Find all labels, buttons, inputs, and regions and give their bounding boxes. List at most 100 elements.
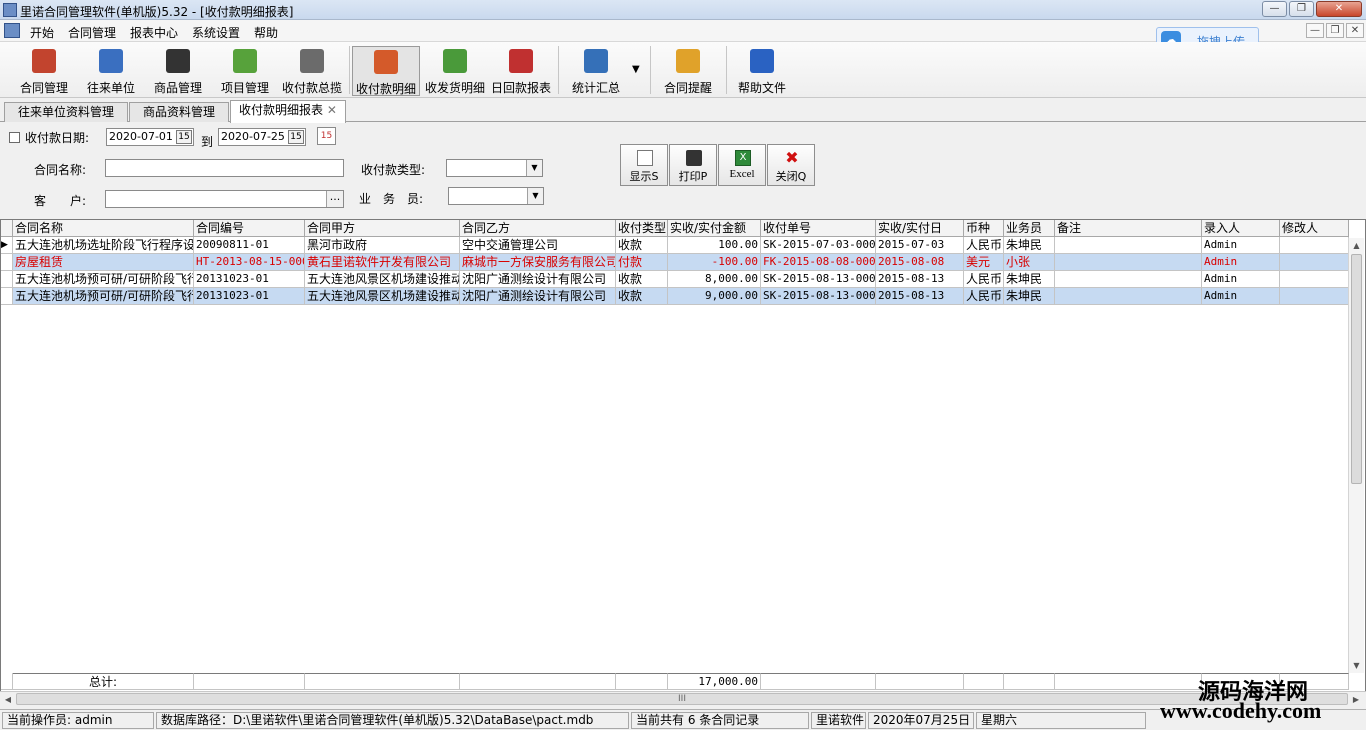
- column-header[interactable]: 备注: [1055, 220, 1202, 237]
- column-header[interactable]: 实收/实付金额: [668, 220, 761, 237]
- table-cell[interactable]: [1055, 288, 1202, 305]
- close-window-button[interactable]: ✕: [1316, 1, 1362, 17]
- vertical-scrollbar[interactable]: ▲ ▼: [1348, 238, 1364, 673]
- table-cell[interactable]: 人民币: [964, 288, 1004, 305]
- table-cell[interactable]: SK-2015-08-13-0002: [761, 288, 876, 305]
- table-cell[interactable]: 朱坤民: [1004, 237, 1055, 254]
- table-cell[interactable]: Admin: [1202, 254, 1280, 271]
- table-cell[interactable]: SK-2015-07-03-0001: [761, 237, 876, 254]
- column-header[interactable]: 收付类型: [616, 220, 668, 237]
- column-header[interactable]: 收付单号: [761, 220, 876, 237]
- table-cell[interactable]: 人民币: [964, 237, 1004, 254]
- tab-product-data[interactable]: 商品资料管理: [129, 102, 229, 122]
- tab-payment-detail-report[interactable]: 收付款明细报表 ✕: [230, 100, 346, 123]
- table-cell[interactable]: 2015-08-13: [876, 271, 964, 288]
- table-cell[interactable]: [1280, 254, 1349, 271]
- table-cell[interactable]: 2015-07-03: [876, 237, 964, 254]
- table-cell[interactable]: SK-2015-08-13-0001: [761, 271, 876, 288]
- column-header[interactable]: 合同编号: [194, 220, 305, 237]
- table-cell[interactable]: [1280, 237, 1349, 254]
- table-cell[interactable]: 20090811-01: [194, 237, 305, 254]
- menu-start[interactable]: 开始: [30, 24, 54, 41]
- table-cell[interactable]: Admin: [1202, 237, 1280, 254]
- table-cell[interactable]: 五大连池风景区机场建设推动: [305, 271, 460, 288]
- column-header[interactable]: 合同名称: [13, 220, 194, 237]
- table-cell[interactable]: [1055, 271, 1202, 288]
- payment-type-select[interactable]: ▼: [446, 159, 543, 177]
- table-cell[interactable]: 收款: [616, 271, 668, 288]
- column-header[interactable]: 币种: [964, 220, 1004, 237]
- table-cell[interactable]: 房屋租赁: [13, 254, 194, 271]
- toolbar-statistics-summary[interactable]: 统计汇总: [564, 46, 628, 96]
- table-cell[interactable]: 朱坤民: [1004, 288, 1055, 305]
- table-cell[interactable]: 2015-08-08: [876, 254, 964, 271]
- show-button[interactable]: 显示S: [620, 144, 668, 186]
- table-cell[interactable]: 五大连池机场预可研/可研阶段飞行: [13, 271, 194, 288]
- toolbar-product-management[interactable]: 商品管理: [146, 46, 210, 96]
- mdi-minimize-button[interactable]: —: [1306, 23, 1324, 38]
- salesperson-select[interactable]: ▼: [448, 187, 544, 205]
- chevron-down-icon[interactable]: ▼: [527, 188, 543, 204]
- scroll-up-icon[interactable]: ▲: [1349, 238, 1364, 253]
- table-cell[interactable]: 五大连池风景区机场建设推动: [305, 288, 460, 305]
- table-cell[interactable]: 收款: [616, 237, 668, 254]
- table-cell[interactable]: 沈阳广通测绘设计有限公司: [460, 288, 616, 305]
- table-cell[interactable]: 黄石里诺软件开发有限公司: [305, 254, 460, 271]
- excel-button[interactable]: X Excel: [718, 144, 766, 186]
- table-cell[interactable]: 人民币: [964, 271, 1004, 288]
- table-cell[interactable]: 美元: [964, 254, 1004, 271]
- table-cell[interactable]: [1280, 288, 1349, 305]
- table-cell[interactable]: 朱坤民: [1004, 271, 1055, 288]
- table-cell[interactable]: 20131023-01: [194, 288, 305, 305]
- mdi-restore-button[interactable]: ❐: [1326, 23, 1344, 38]
- scroll-down-icon[interactable]: ▼: [1349, 658, 1364, 673]
- table-cell[interactable]: 8,000.00: [668, 271, 761, 288]
- table-cell[interactable]: 9,000.00: [668, 288, 761, 305]
- table-cell[interactable]: 麻城市一方保安服务有限公司: [460, 254, 616, 271]
- tab-close-icon[interactable]: ✕: [327, 103, 337, 117]
- table-cell[interactable]: [1055, 237, 1202, 254]
- calendar-picker-icon[interactable]: 15: [317, 127, 336, 145]
- ellipsis-button[interactable]: ...: [326, 191, 343, 207]
- toolbar-help-file[interactable]: 帮助文件: [731, 46, 793, 96]
- column-header[interactable]: 合同甲方: [305, 220, 460, 237]
- table-cell[interactable]: 2015-08-13: [876, 288, 964, 305]
- table-cell[interactable]: FK-2015-08-08-0001: [761, 254, 876, 271]
- scroll-left-icon[interactable]: ◀: [2, 693, 14, 706]
- column-header[interactable]: 业务员: [1004, 220, 1055, 237]
- date-filter-checkbox[interactable]: [9, 132, 20, 143]
- customer-input[interactable]: ...: [105, 190, 344, 208]
- menu-settings[interactable]: 系统设置: [192, 24, 240, 41]
- toolbar-contract-management[interactable]: 合同管理: [12, 46, 76, 96]
- table-cell[interactable]: -100.00: [668, 254, 761, 271]
- scroll-thumb[interactable]: [1351, 254, 1362, 484]
- table-cell[interactable]: 黑河市政府: [305, 237, 460, 254]
- scroll-right-icon[interactable]: ▶: [1350, 693, 1362, 706]
- toolbar-shipping-detail[interactable]: 收发货明细: [422, 46, 488, 96]
- table-cell[interactable]: 沈阳广通测绘设计有限公司: [460, 271, 616, 288]
- table-cell[interactable]: HT-2013-08-15-0001: [194, 254, 305, 271]
- calendar-icon[interactable]: 15: [176, 130, 192, 144]
- maximize-button[interactable]: ❐: [1289, 1, 1314, 17]
- toolbar-project-management[interactable]: 项目管理: [213, 46, 277, 96]
- column-header[interactable]: 录入人: [1202, 220, 1280, 237]
- scroll-thumb[interactable]: III: [16, 693, 1348, 705]
- table-cell[interactable]: [1055, 254, 1202, 271]
- close-button[interactable]: ✖ 关闭Q: [767, 144, 815, 186]
- mdi-close-button[interactable]: ✕: [1346, 23, 1364, 38]
- menu-reports[interactable]: 报表中心: [130, 24, 178, 41]
- table-cell[interactable]: [1280, 271, 1349, 288]
- table-cell[interactable]: 付款: [616, 254, 668, 271]
- toolbar-payment-overview[interactable]: 收付款总揽: [279, 46, 345, 96]
- table-cell[interactable]: 20131023-01: [194, 271, 305, 288]
- contract-name-input[interactable]: [105, 159, 344, 177]
- menu-contract[interactable]: 合同管理: [68, 24, 116, 41]
- table-cell[interactable]: Admin: [1202, 271, 1280, 288]
- toolbar-daily-collection[interactable]: 日回款报表: [489, 46, 553, 96]
- print-button[interactable]: 打印P: [669, 144, 717, 186]
- calendar-icon[interactable]: 15: [288, 130, 304, 144]
- minimize-button[interactable]: —: [1262, 1, 1287, 17]
- table-cell[interactable]: 空中交通管理公司: [460, 237, 616, 254]
- menu-help[interactable]: 帮助: [254, 24, 278, 41]
- toolbar-partner-unit[interactable]: 往来单位: [80, 46, 142, 96]
